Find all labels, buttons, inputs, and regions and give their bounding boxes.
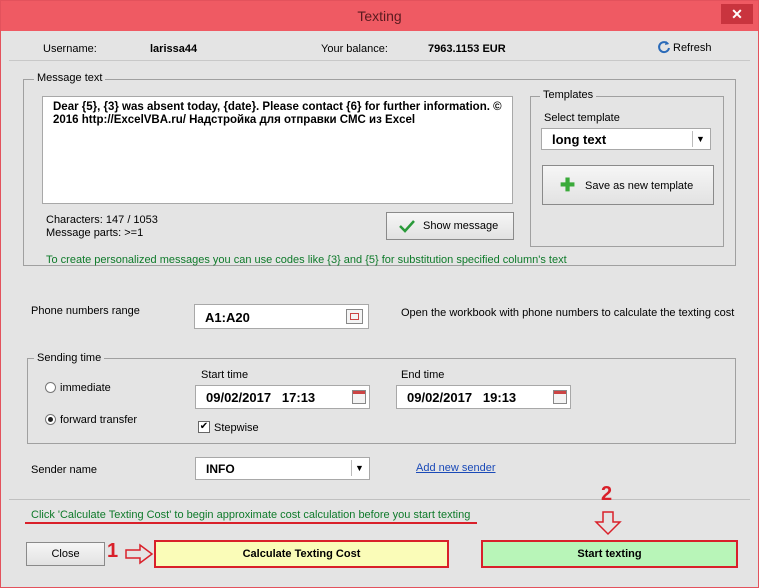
plus-icon: ✚ <box>560 175 576 195</box>
start-time-value: 09/02/2017 17:13 <box>206 390 316 405</box>
sender-name-label: Sender name <box>31 464 98 476</box>
arrow-down-icon <box>594 511 622 536</box>
start-texting-button[interactable]: Start texting <box>481 540 738 568</box>
end-time-value: 09/02/2017 19:13 <box>407 390 517 405</box>
select-template-label: Select template <box>544 112 620 124</box>
window-title: Texting <box>357 8 402 24</box>
window-close-button[interactable]: ✕ <box>721 4 753 24</box>
cost-calculation-hint: Click 'Calculate Texting Cost' to begin … <box>31 509 471 521</box>
message-codes-hint: To create personalized messages you can … <box>46 254 567 266</box>
message-textarea[interactable]: Dear {5}, {3} was absent today, {date}. … <box>42 96 513 204</box>
immediate-radio[interactable] <box>45 382 56 393</box>
template-selected-value: long text <box>552 132 607 147</box>
refresh-label: Refresh <box>673 42 712 54</box>
sender-dropdown-arrow-icon[interactable]: ▼ <box>351 460 367 476</box>
message-group-title: Message text <box>34 72 106 84</box>
header-divider <box>9 60 750 61</box>
phone-range-label: Phone numbers range <box>31 305 140 317</box>
template-dropdown-arrow-icon[interactable]: ▼ <box>692 131 708 147</box>
step-2-marker: 2 <box>601 483 613 505</box>
arrow-right-icon <box>125 543 154 565</box>
characters-count: Characters: 147 / 1053 <box>46 214 158 226</box>
show-message-label: Show message <box>423 220 499 232</box>
add-new-sender-link[interactable]: Add new sender <box>416 462 496 474</box>
calendar-icon[interactable] <box>553 390 567 404</box>
texting-window: Texting ✕ Username: larissa44 Your balan… <box>0 0 759 588</box>
templates-group-title: Templates <box>540 89 597 101</box>
checkmark-icon <box>399 220 415 233</box>
footer-divider <box>9 499 750 500</box>
calculate-texting-cost-button[interactable]: Calculate Texting Cost <box>154 540 449 568</box>
step-1-marker: 1 <box>107 540 119 562</box>
hint-underline <box>25 522 477 524</box>
phone-range-input[interactable]: A1:A20 <box>194 304 369 329</box>
refresh-button[interactable]: Refresh <box>657 38 727 58</box>
start-time-label: Start time <box>201 369 249 381</box>
sender-select[interactable]: INFO ▼ <box>195 457 370 480</box>
message-parts: Message parts: >=1 <box>46 227 144 239</box>
forward-transfer-radio[interactable] <box>45 414 56 425</box>
forward-transfer-label: forward transfer <box>60 414 138 426</box>
username-value: larissa44 <box>150 43 198 55</box>
phone-range-value: A1:A20 <box>205 310 250 325</box>
balance-value: 7963.1153 EUR <box>428 43 506 55</box>
immediate-label: immediate <box>60 382 111 394</box>
title-bar: Texting ✕ <box>1 1 758 31</box>
template-select[interactable]: long text ▼ <box>541 128 711 150</box>
close-button[interactable]: Close <box>26 542 105 566</box>
username-label: Username: <box>43 43 97 55</box>
end-time-label: End time <box>401 369 445 381</box>
dialog-client: Username: larissa44 Your balance: 7963.1… <box>9 32 750 581</box>
balance-label: Your balance: <box>321 43 388 55</box>
stepwise-checkbox[interactable]: ✔ <box>198 421 210 433</box>
end-time-input[interactable]: 09/02/2017 19:13 <box>396 385 571 409</box>
sending-time-group <box>27 358 736 444</box>
save-as-new-template-button[interactable]: ✚ Save as new template <box>542 165 714 205</box>
refresh-icon <box>658 41 670 54</box>
range-picker-icon[interactable] <box>346 309 363 324</box>
calendar-icon[interactable] <box>352 390 366 404</box>
save-as-new-template-label: Save as new template <box>585 180 694 192</box>
sending-time-group-title: Sending time <box>34 352 105 364</box>
phone-range-hint: Open the workbook with phone numbers to … <box>401 307 735 319</box>
stepwise-label: Stepwise <box>214 422 259 434</box>
start-time-input[interactable]: 09/02/2017 17:13 <box>195 385 370 409</box>
show-message-button[interactable]: Show message <box>386 212 514 240</box>
sender-selected-value: INFO <box>206 462 235 476</box>
